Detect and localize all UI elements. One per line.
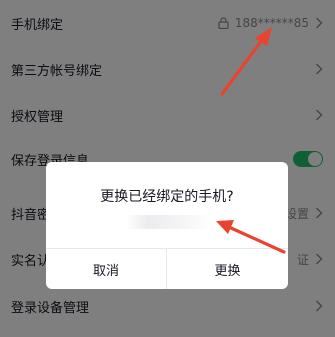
cancel-button[interactable]: 取消 — [46, 249, 166, 289]
dialog-redacted-text — [126, 215, 212, 229]
change-button[interactable]: 更换 — [167, 249, 288, 289]
change-phone-dialog: 更换已经绑定的手机? 取消 更换 — [46, 162, 288, 289]
dialog-title: 更换已经绑定的手机? — [100, 189, 234, 205]
